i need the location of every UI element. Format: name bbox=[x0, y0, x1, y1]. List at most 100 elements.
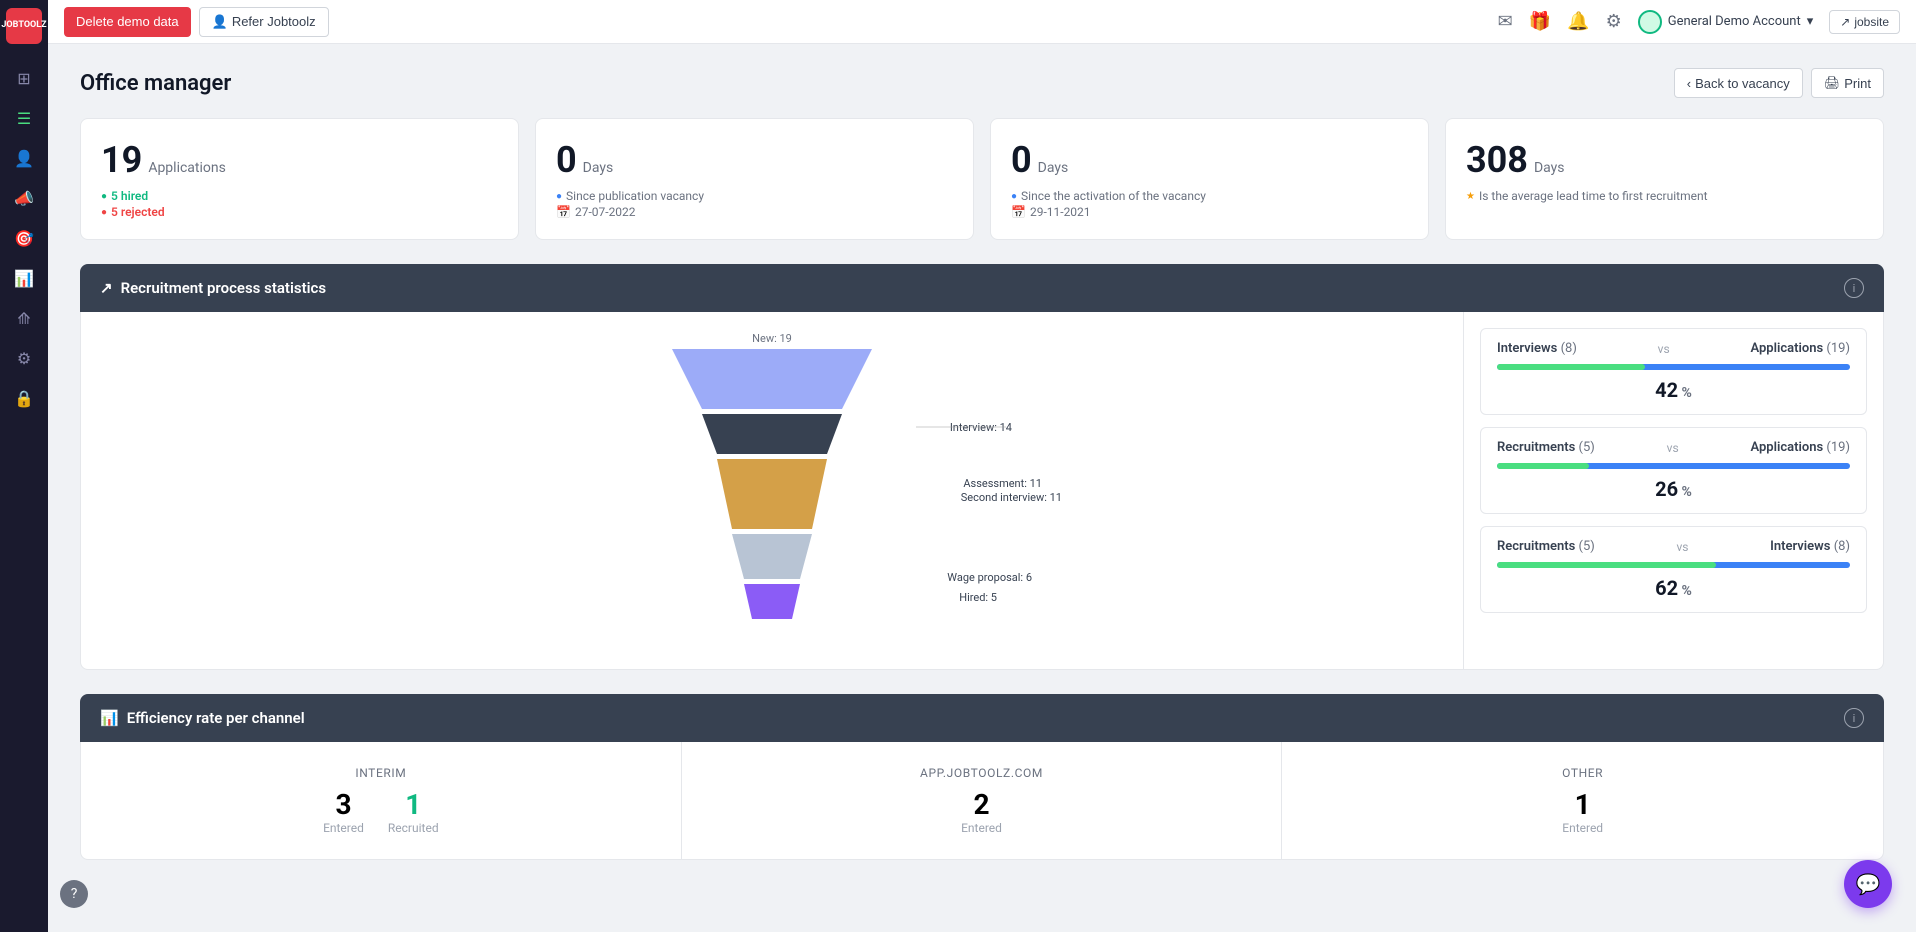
red-dot-icon: ● bbox=[101, 207, 107, 218]
applications-number: 19 bbox=[101, 139, 142, 181]
app-entered-num: 2 bbox=[702, 788, 1262, 821]
sidebar-item-settings[interactable]: ⚙ bbox=[6, 340, 42, 376]
lead-sub1: ★ Is the average lead time to first recr… bbox=[1466, 189, 1863, 203]
act-date: 📅 29-11-2021 bbox=[1011, 205, 1408, 219]
act-sub1: ● Since the activation of the vacancy bbox=[1011, 189, 1408, 203]
bar-chart-icon: 📊 bbox=[100, 709, 119, 727]
delete-demo-button[interactable]: Delete demo data bbox=[64, 7, 191, 37]
app-entered: 2 Entered bbox=[702, 788, 1262, 835]
hired-label: Hired: 5 bbox=[959, 591, 997, 604]
header-actions: ‹ Back to vacancy 🖨 Print bbox=[1674, 68, 1884, 98]
applications-label-1: Applications (19) bbox=[1750, 341, 1850, 356]
calendar-icon: 📅 bbox=[556, 205, 571, 219]
percent-1: 42 % bbox=[1497, 378, 1850, 402]
applications-label-2: Applications (19) bbox=[1750, 440, 1850, 455]
chevron-down-icon: ▾ bbox=[1807, 14, 1814, 29]
sidebar-item-chart[interactable]: 📊 bbox=[6, 260, 42, 296]
rejected-count: 5 rejected bbox=[111, 205, 165, 219]
chevron-left-icon: ‹ bbox=[1687, 76, 1691, 91]
recruitment-info-icon[interactable]: i bbox=[1844, 278, 1864, 298]
other-name: OTHER bbox=[1302, 766, 1863, 780]
progress-fg-1 bbox=[1497, 364, 1645, 370]
funnel-svg bbox=[612, 349, 932, 649]
help-button[interactable]: ? bbox=[60, 880, 88, 908]
days-publication-card: 0 Days ● Since publication vacancy 📅 27-… bbox=[535, 118, 974, 240]
days-act-number: 0 bbox=[1011, 139, 1032, 181]
vs-label-3: vs bbox=[1676, 540, 1688, 554]
recruitments-label-3: Recruitments (5) bbox=[1497, 539, 1595, 554]
interim-row: 3 Entered 1 Recruited bbox=[101, 788, 661, 835]
user-name: General Demo Account bbox=[1668, 14, 1801, 29]
email-icon[interactable]: ✉ bbox=[1498, 11, 1513, 32]
efficiency-section: 📊 Efficiency rate per channel i INTERIM … bbox=[80, 694, 1884, 860]
hired-detail: ● 5 hired bbox=[101, 189, 498, 203]
progress-bar-1 bbox=[1497, 364, 1850, 370]
star-icon: ★ bbox=[1466, 191, 1475, 202]
page-title: Office manager bbox=[80, 71, 231, 96]
sidebar-item-lock[interactable]: 🔒 bbox=[6, 380, 42, 416]
jobsite-button[interactable]: ↗ jobsite bbox=[1829, 10, 1900, 34]
gift-icon[interactable]: 🎁 bbox=[1529, 11, 1551, 32]
days-act-label: Days bbox=[1038, 160, 1069, 176]
interim-recruited-num: 1 bbox=[388, 788, 439, 821]
recruitment-section-header: ↗ Recruitment process statistics i bbox=[80, 264, 1884, 312]
sidebar: JOBTOOLZ ⊞ ☰ 👤 📣 🎯 📊 ⟰ ⚙ 🔒 bbox=[0, 0, 48, 932]
recruitments-label-2: Recruitments (5) bbox=[1497, 440, 1595, 455]
lead-description: Is the average lead time to first recrui… bbox=[1479, 189, 1708, 203]
blue-dot2-icon: ● bbox=[1011, 191, 1017, 202]
progress-fg-2 bbox=[1497, 463, 1589, 469]
chat-button[interactable]: 💬 bbox=[1844, 860, 1892, 908]
progress-bar-3 bbox=[1497, 562, 1850, 568]
sidebar-item-list[interactable]: ☰ bbox=[6, 100, 42, 136]
pub-description: Since publication vacancy bbox=[566, 189, 704, 203]
share-icon: ↗ bbox=[100, 279, 113, 297]
wage-label: Wage proposal: 6 bbox=[947, 571, 1032, 584]
other-entered-num: 1 bbox=[1302, 788, 1863, 821]
percent-2: 26 % bbox=[1497, 477, 1850, 501]
print-button[interactable]: 🖨 Print bbox=[1811, 68, 1884, 98]
recruitment-body: New: 19 Interview: bbox=[80, 312, 1884, 670]
interviews-vs-applications-panel: Interviews (8) vs Applications (19) bbox=[1480, 328, 1867, 415]
hired-count: 5 hired bbox=[111, 189, 148, 203]
sidebar-item-megaphone[interactable]: 📣 bbox=[6, 180, 42, 216]
interim-entered: 3 Entered bbox=[323, 788, 364, 835]
sidebar-item-people[interactable]: 👤 bbox=[6, 140, 42, 176]
vs-label-2: vs bbox=[1667, 441, 1679, 455]
recruitments-vs-interviews-panel: Recruitments (5) vs Interviews (8) bbox=[1480, 526, 1867, 613]
sidebar-item-dashboard[interactable]: ⊞ bbox=[6, 60, 42, 96]
page-header: Office manager ‹ Back to vacancy 🖨 Print bbox=[80, 68, 1884, 98]
interviews-label: Interviews (8) bbox=[1497, 341, 1577, 356]
blue-dot-icon: ● bbox=[556, 191, 562, 202]
days-pub-number: 0 bbox=[556, 139, 577, 181]
progress-bar-2 bbox=[1497, 463, 1850, 469]
percent-3: 62 % bbox=[1497, 576, 1850, 600]
person-plus-icon: 👤 bbox=[212, 14, 228, 30]
interim-name: INTERIM bbox=[101, 766, 661, 780]
second-interview-label: Second interview: 11 bbox=[961, 491, 1062, 504]
refer-button[interactable]: 👤 Refer Jobtoolz bbox=[199, 7, 329, 37]
pub-date: 📅 27-07-2022 bbox=[556, 205, 953, 219]
topbar-right: ✉ 🎁 🔔 ⚙ General Demo Account ▾ ↗ jobsite bbox=[1498, 10, 1900, 34]
interviews-label-3: Interviews (8) bbox=[1770, 539, 1850, 554]
avatar bbox=[1638, 10, 1662, 34]
bell-icon[interactable]: 🔔 bbox=[1567, 11, 1589, 32]
lead-number: 308 bbox=[1466, 139, 1528, 181]
act-date-value: 29-11-2021 bbox=[1030, 205, 1091, 219]
gear-icon[interactable]: ⚙ bbox=[1606, 11, 1622, 32]
rejected-detail: ● 5 rejected bbox=[101, 205, 498, 219]
pub-date-value: 27-07-2022 bbox=[575, 205, 636, 219]
funnel-chart: New: 19 Interview: bbox=[81, 312, 1463, 669]
sidebar-item-target[interactable]: 🎯 bbox=[6, 220, 42, 256]
sidebar-item-layers[interactable]: ⟰ bbox=[6, 300, 42, 336]
channel-interim: INTERIM 3 Entered 1 Recruited bbox=[81, 742, 682, 859]
calendar2-icon: 📅 bbox=[1011, 205, 1026, 219]
stats-row: 19 Applications ● 5 hired ● 5 rejected 0… bbox=[80, 118, 1884, 240]
applications-card: 19 Applications ● 5 hired ● 5 rejected bbox=[80, 118, 519, 240]
back-to-vacancy-button[interactable]: ‹ Back to vacancy bbox=[1674, 68, 1803, 98]
funnel-visual: Interview: 14 Assessment: 11 Second inte… bbox=[612, 349, 932, 649]
efficiency-info-icon[interactable]: i bbox=[1844, 708, 1864, 728]
user-menu[interactable]: General Demo Account ▾ bbox=[1638, 10, 1814, 34]
efficiency-section-header: 📊 Efficiency rate per channel i bbox=[80, 694, 1884, 742]
app-logo[interactable]: JOBTOOLZ bbox=[6, 8, 42, 44]
interim-entered-label: Entered bbox=[323, 821, 364, 835]
